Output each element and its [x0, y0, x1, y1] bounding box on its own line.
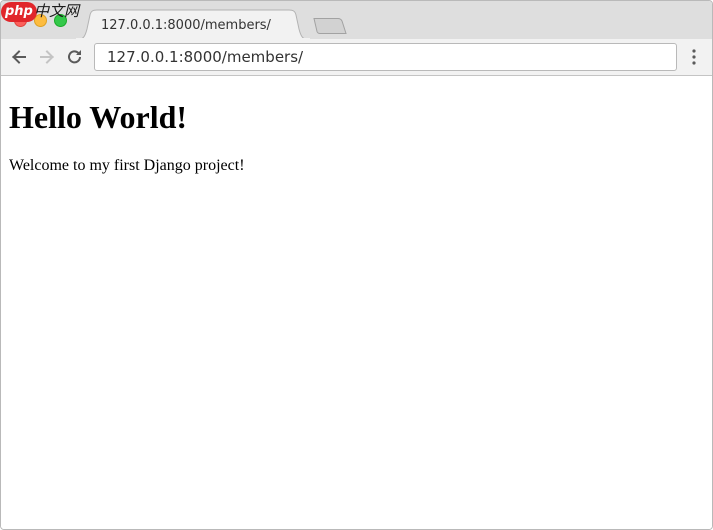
watermark-php: php	[1, 2, 37, 22]
browser-window: php 中文网 127.0.0.1:8000/members/ 127.0.0.…	[0, 0, 713, 530]
reload-icon	[68, 50, 81, 64]
back-button[interactable]	[9, 47, 29, 67]
tab-title: 127.0.0.1:8000/members/	[101, 18, 271, 33]
watermark-site: 中文网	[34, 2, 80, 20]
forward-button[interactable]	[37, 47, 57, 67]
page-content: Hello World! Welcome to my first Django …	[1, 76, 712, 529]
watermark-logo: php 中文网	[1, 1, 85, 29]
browser-toolbar	[1, 39, 712, 76]
tab-strip: php 中文网 127.0.0.1:8000/members/	[1, 1, 712, 40]
kebab-menu-icon	[692, 49, 696, 65]
page-heading: Hello World!	[9, 99, 188, 135]
tab-active[interactable]: 127.0.0.1:8000/members/	[75, 9, 311, 40]
reload-button[interactable]	[65, 47, 85, 67]
arrow-right-icon	[40, 50, 54, 64]
browser-menu-button[interactable]	[687, 48, 701, 66]
address-bar[interactable]	[94, 43, 677, 71]
new-tab-button[interactable]	[311, 17, 349, 35]
address-input[interactable]	[95, 44, 667, 70]
page-paragraph: Welcome to my first Django project!	[9, 157, 245, 174]
arrow-left-icon	[12, 50, 26, 64]
